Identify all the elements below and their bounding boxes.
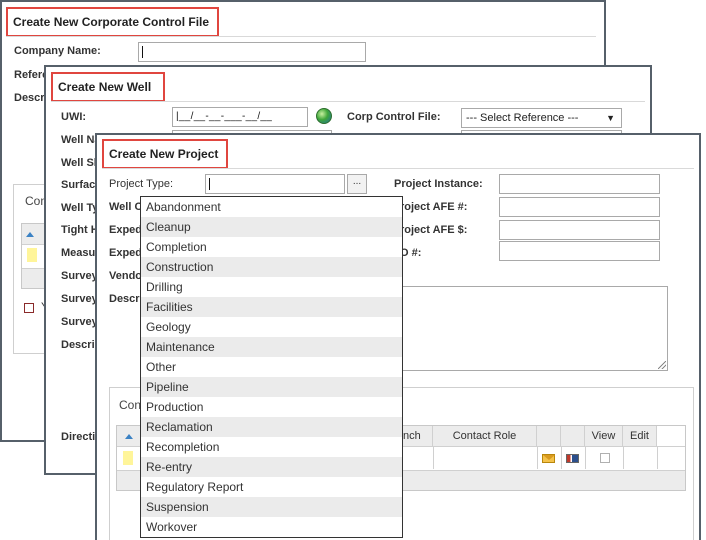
- text-caret: [209, 178, 210, 191]
- company-name-input[interactable]: [138, 42, 366, 62]
- row-highlight-marker: [27, 248, 37, 262]
- contacts-group-title: Con: [119, 398, 142, 412]
- dropdown-option[interactable]: Pipeline: [141, 377, 402, 397]
- survey-label-1: Survey: [61, 270, 98, 282]
- title-divider: [51, 101, 645, 102]
- dropdown-option[interactable]: Suspension: [141, 497, 402, 517]
- row-divider: [433, 447, 434, 469]
- exped-label-1: Exped: [109, 224, 143, 236]
- project-window-title: Create New Project: [102, 139, 228, 169]
- project-type-label: Project Type:: [109, 178, 173, 190]
- description-label: Descr: [14, 92, 45, 104]
- grid-header-flag: [561, 426, 585, 446]
- text-caret: [142, 46, 143, 59]
- project-afe-amount-input[interactable]: [499, 220, 660, 240]
- project-type-options: Abandonment Cleanup Completion Construction…: [141, 197, 402, 537]
- option-checkbox[interactable]: [24, 303, 34, 313]
- mail-icon[interactable]: [542, 454, 555, 463]
- exped-label-2: Exped: [109, 247, 143, 259]
- survey-label-3: Survey: [61, 316, 98, 328]
- dropdown-option[interactable]: Maintenance: [141, 337, 402, 357]
- project-afe-number-label: roject AFE #:: [400, 201, 468, 213]
- chevron-down-icon: ▼: [606, 113, 615, 123]
- sort-ascending-icon: [26, 232, 34, 237]
- dropdown-option[interactable]: Completion: [141, 237, 402, 257]
- dropdown-option[interactable]: Cleanup: [141, 217, 402, 237]
- company-name-label: Company Name:: [14, 45, 101, 57]
- vendor-label: Vendo: [109, 270, 143, 282]
- corporate-window-title: Create New Corporate Control File: [6, 7, 219, 37]
- dropdown-option[interactable]: Re-entry: [141, 457, 402, 477]
- project-type-dropdown[interactable]: Abandonment Cleanup Completion Construction…: [140, 196, 403, 538]
- measured-label: Measu: [61, 247, 96, 259]
- direction-label: Directi: [61, 431, 96, 443]
- dropdown-option[interactable]: Drilling: [141, 277, 402, 297]
- project-type-input[interactable]: [205, 174, 345, 194]
- dropdown-option[interactable]: Reclamation: [141, 417, 402, 437]
- grid-header-edit[interactable]: Edit: [623, 426, 657, 446]
- project-instance-input[interactable]: [499, 174, 660, 194]
- well-c-label: Well C: [109, 201, 143, 213]
- view-checkbox[interactable]: [600, 453, 610, 463]
- grid-header-view[interactable]: View: [585, 426, 623, 446]
- dropdown-option[interactable]: Regulatory Report: [141, 477, 402, 497]
- globe-icon[interactable]: [316, 108, 332, 124]
- resize-grip-icon[interactable]: [658, 361, 666, 369]
- dropdown-option[interactable]: Production: [141, 397, 402, 417]
- grid-header-contact-role[interactable]: Contact Role: [433, 426, 537, 446]
- row-divider: [585, 447, 586, 469]
- surface-label: Surfac: [61, 179, 96, 191]
- grid-header-mail: [537, 426, 561, 446]
- row-divider: [537, 447, 538, 469]
- title-divider: [102, 168, 694, 169]
- project-afe-amount-label: roject AFE $:: [400, 224, 468, 236]
- uwi-input[interactable]: |__/__-__-___-__/__: [172, 107, 308, 127]
- row-divider: [623, 447, 624, 469]
- dropdown-option[interactable]: Construction: [141, 257, 402, 277]
- row-divider: [561, 447, 562, 469]
- project-afe-number-input[interactable]: [499, 197, 660, 217]
- po-number-label: O #:: [400, 247, 422, 259]
- dropdown-option[interactable]: Other: [141, 357, 402, 377]
- row-highlight-marker: [123, 451, 133, 465]
- well-window-title: Create New Well: [51, 72, 165, 102]
- survey-label-2: Survey: [61, 293, 98, 305]
- dropdown-option[interactable]: Geology: [141, 317, 402, 337]
- description-textarea[interactable]: [399, 286, 668, 371]
- project-type-browse-button[interactable]: ...: [347, 174, 367, 194]
- dropdown-option[interactable]: Facilities: [141, 297, 402, 317]
- project-instance-label: Project Instance:: [394, 178, 483, 190]
- dropdown-option[interactable]: Workover: [141, 517, 402, 537]
- well-type-label: Well Ty: [61, 202, 99, 214]
- po-number-input[interactable]: [499, 241, 660, 261]
- description-label: Descr: [109, 293, 140, 305]
- corp-control-file-label: Corp Control File:: [347, 111, 441, 123]
- flag-icon[interactable]: [566, 454, 579, 463]
- dropdown-option[interactable]: Abandonment: [141, 197, 402, 217]
- dropdown-option[interactable]: Recompletion: [141, 437, 402, 457]
- row-divider: [657, 447, 658, 469]
- tight-hole-label: Tight H: [61, 224, 99, 236]
- corp-control-file-select[interactable]: --- Select Reference --- ▼: [461, 108, 622, 128]
- uwi-label: UWI:: [61, 111, 87, 123]
- title-divider: [6, 36, 596, 37]
- sort-ascending-icon: [125, 434, 133, 439]
